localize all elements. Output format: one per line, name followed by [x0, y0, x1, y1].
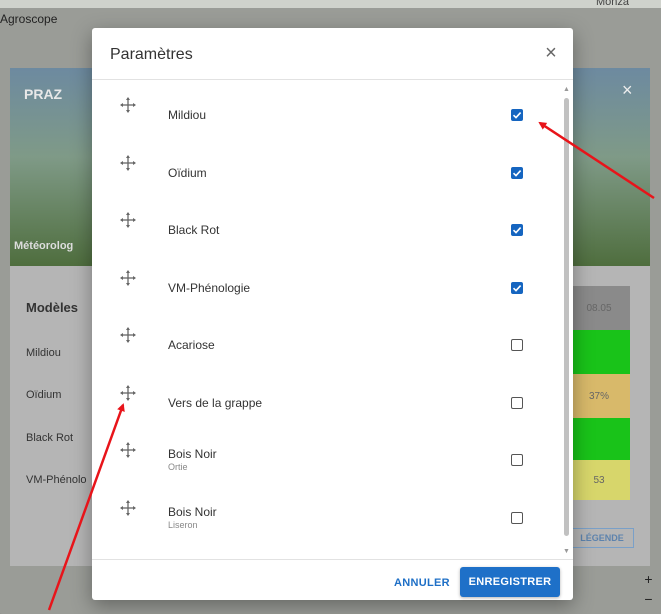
photo-caption: Météorolog [14, 240, 74, 252]
app-name: Agroscope [0, 12, 58, 26]
checked-checkbox[interactable] [511, 224, 523, 236]
unchecked-checkbox[interactable] [511, 339, 523, 351]
list-item-label: Acariose [168, 338, 215, 352]
unchecked-checkbox[interactable] [511, 454, 523, 466]
blackrot-cell [568, 418, 630, 460]
header-divider [92, 79, 573, 80]
zoom-out-button[interactable]: − [636, 590, 661, 608]
unchecked-checkbox[interactable] [511, 511, 523, 524]
model-row-label: Oïdium [26, 389, 62, 401]
zoom-in-button[interactable]: + [636, 570, 661, 588]
models-header: Modèles [26, 300, 79, 315]
list-item-label: Vers de la grappe [168, 395, 263, 410]
map-top-strip [0, 0, 661, 8]
date-cell: 08.05 [568, 286, 630, 330]
list-item-label: Mildiou [168, 108, 207, 122]
drag-move-icon[interactable] [120, 97, 136, 113]
drag-move-icon[interactable] [120, 327, 136, 343]
oidium-cell: 37% [568, 374, 630, 418]
scroll-down-icon[interactable]: ▼ [563, 548, 570, 555]
list-item-label: Oïdium [168, 165, 207, 180]
model-row-label: Mildiou [26, 347, 61, 359]
station-title: PRAZ [24, 86, 63, 102]
drag-move-icon[interactable] [120, 269, 136, 286]
list-item-sublabel: Ortie [168, 462, 188, 472]
drag-move-icon[interactable] [120, 442, 136, 458]
drag-move-icon[interactable] [120, 154, 136, 171]
list-item[interactable]: Mildiou [92, 86, 557, 144]
list-item[interactable]: Black Rot [92, 201, 557, 259]
settings-dialog: Paramètres × Mildiou Oïdium Black Rot VM-Ph… [92, 28, 573, 600]
pheno-cell: 53 [568, 460, 630, 500]
list-item-label: Black Rot [168, 223, 220, 237]
scrollbar-thumb[interactable] [564, 98, 569, 536]
checked-checkbox[interactable] [511, 109, 523, 121]
save-button[interactable]: ENREGISTRER [460, 567, 560, 597]
scroll-up-icon[interactable]: ▲ [563, 86, 570, 93]
list-item[interactable]: Bois Noir Ortie [92, 431, 557, 489]
model-row-label: VM-Phénolo [26, 474, 87, 486]
list-item[interactable]: Vers de la grappe [92, 374, 557, 432]
list-item-label: VM-Phénologie [168, 280, 251, 295]
checked-checkbox[interactable] [511, 281, 523, 294]
close-icon[interactable]: × [540, 42, 562, 64]
station-close-icon[interactable]: × [622, 80, 633, 101]
model-list: Mildiou Oïdium Black Rot VM-Phénologie Acari… [92, 86, 557, 562]
footer-divider [92, 559, 573, 560]
checked-checkbox[interactable] [511, 166, 523, 179]
drag-move-icon[interactable] [120, 212, 136, 228]
drag-move-icon[interactable] [120, 499, 136, 516]
list-item[interactable]: VM-Phénologie [92, 259, 557, 317]
list-item-label: Bois Noir [168, 504, 217, 519]
map-place-label: Monza [596, 0, 630, 8]
mildiou-cell [568, 330, 630, 374]
list-item-sublabel: Liseron [168, 519, 198, 530]
list-item[interactable]: Acariose [92, 316, 557, 374]
dialog-title: Paramètres [110, 46, 193, 63]
list-item[interactable]: Oïdium [92, 144, 557, 202]
list-item-label: Bois Noir [168, 447, 217, 461]
legend-button[interactable]: LÉGENDE [570, 528, 634, 548]
list-item[interactable]: Bois Noir Liseron [92, 489, 557, 547]
unchecked-checkbox[interactable] [511, 396, 523, 409]
model-row-label: Black Rot [26, 432, 74, 444]
drag-move-icon[interactable] [120, 384, 136, 401]
cancel-button[interactable]: ANNULER [388, 572, 456, 594]
